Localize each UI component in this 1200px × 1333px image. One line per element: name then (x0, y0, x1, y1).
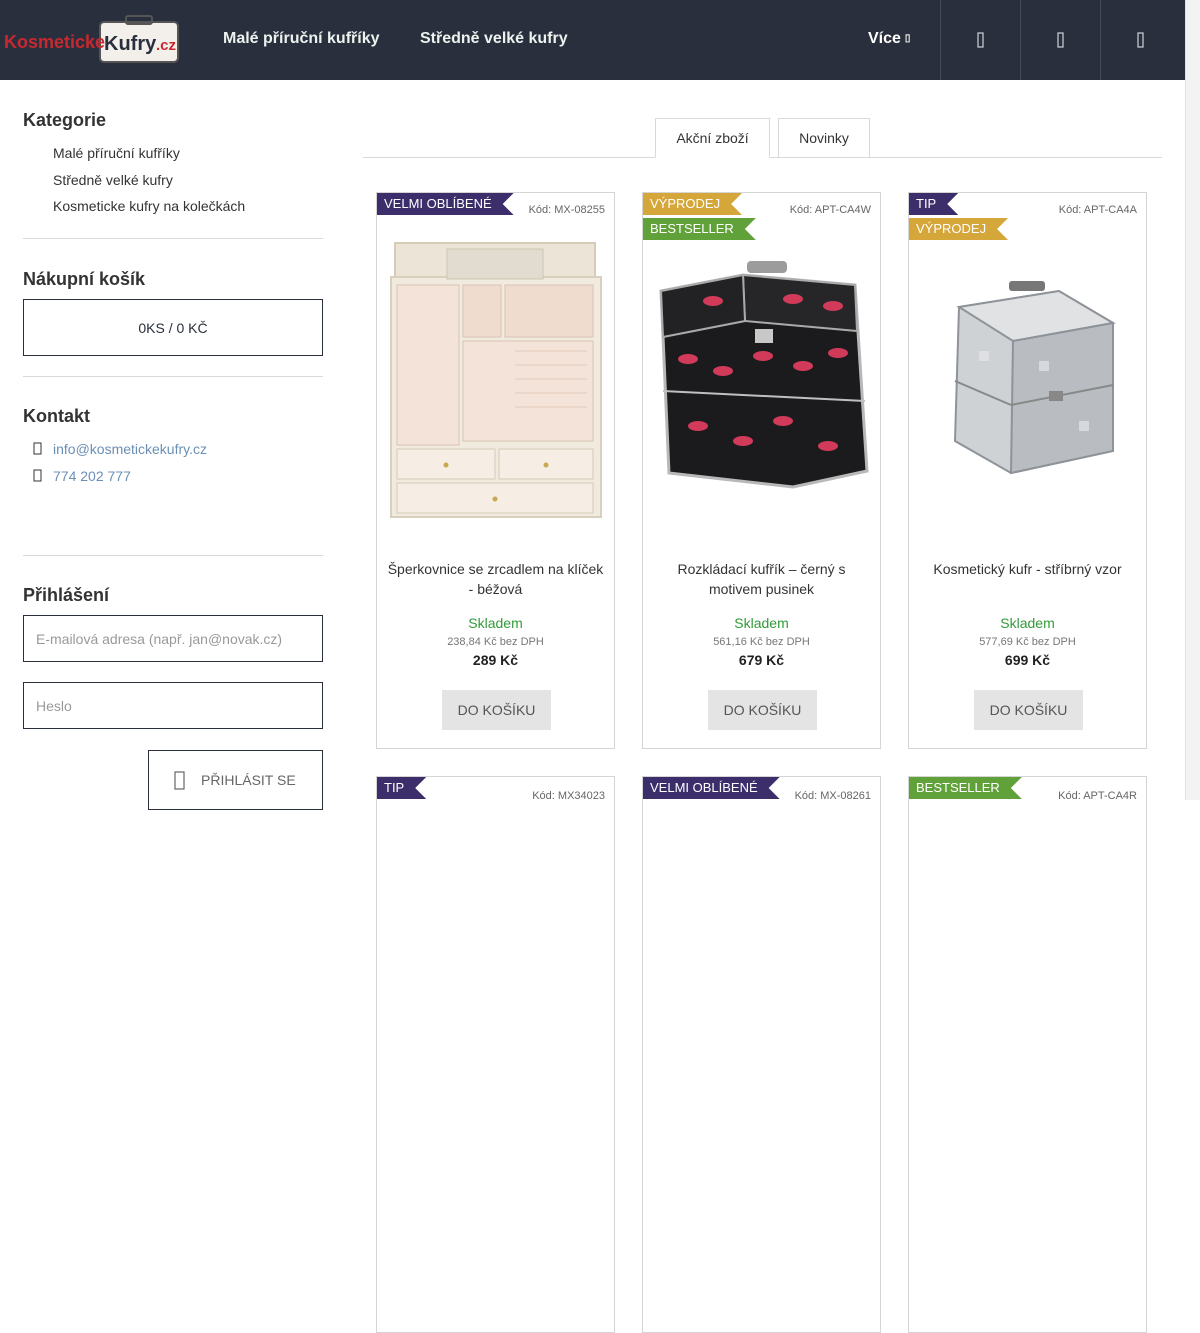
product-code: Kód: MX34023 (532, 790, 605, 802)
nav-link-small-cases[interactable]: Malé příruční kufříky (223, 30, 380, 48)
category-link-small-cases[interactable]: Malé příruční kufříky (53, 145, 180, 161)
product-price: 699 Kč (1004, 652, 1051, 668)
category-link-wheeled-cases[interactable]: Kosmeticke kufry na kolečkách (53, 198, 245, 214)
product-price: 289 Kč (472, 652, 519, 668)
top-navigation-bar: Kosmeticke Kufry .cz Malé příruční kufří… (0, 0, 1185, 80)
add-to-cart-button[interactable]: Do košíku (974, 690, 1083, 730)
nav-more-menu[interactable]: Více ▯ (868, 30, 910, 48)
product-code: Kód: APT-CA4A (1058, 204, 1137, 216)
login-icon (174, 771, 185, 790)
product-card[interactable]: VELMI OBLÍBENÉ Kód: MX-08255 Šperkovnice… (376, 192, 615, 749)
product-code: Kód: APT-CA4R (1058, 790, 1137, 802)
user-icon (1056, 32, 1064, 48)
flag-badge-tip: TIP (909, 193, 958, 215)
product-name-link[interactable]: Šperkovnice se zrcadlem na klíček - béžo… (387, 559, 604, 599)
product-card[interactable]: TIP VÝPRODEJ Kód: APT-CA4A Kosmetický ku… (908, 192, 1147, 749)
product-code: Kód: MX-08255 (528, 204, 605, 216)
svg-text:Kufry: Kufry (104, 33, 157, 55)
flag-badge-popular: VELMI OBLÍBENÉ (643, 777, 780, 799)
product-card[interactable]: VÝPRODEJ BESTSELLER Kód: APT-CA4W Rozklá… (642, 192, 881, 749)
cart-summary[interactable]: 0KS / 0 KČ (23, 299, 323, 356)
flag-badge-bestseller: BESTSELLER (643, 218, 756, 240)
search-icon (976, 32, 984, 48)
nav-more-label: Více (868, 30, 901, 47)
contact-email-link[interactable]: info@kosmetickekufry.cz (53, 441, 207, 457)
svg-text:Kosmeticke: Kosmeticke (4, 32, 105, 52)
site-logo[interactable]: Kosmeticke Kufry .cz (4, 14, 204, 66)
cart-button[interactable] (1100, 0, 1180, 80)
product-code: Kód: MX-08261 (794, 790, 871, 802)
product-card[interactable]: TIP Kód: MX34023 (376, 776, 615, 1333)
tab-sale-items[interactable]: Akční zboží (655, 118, 770, 158)
add-to-cart-button[interactable]: Do košíku (442, 690, 551, 730)
login-button-label: Přihlásit se (201, 772, 296, 788)
user-account-button[interactable] (1020, 0, 1100, 80)
product-card[interactable]: VELMI OBLÍBENÉ Kód: MX-08261 (642, 776, 881, 1333)
cart-icon (1136, 32, 1144, 48)
product-code: Kód: APT-CA4W (789, 204, 871, 216)
product-image-silver-case[interactable] (909, 241, 1146, 531)
login-button[interactable]: Přihlásit se (148, 750, 323, 810)
stock-status: Skladem (1000, 615, 1055, 631)
phone-icon (33, 469, 42, 482)
login-email-input[interactable] (23, 615, 323, 662)
login-password-input[interactable] (23, 682, 323, 729)
sidebar-divider (23, 555, 323, 556)
flag-badge-bestseller: BESTSELLER (909, 777, 1022, 799)
price-without-vat: 238,84 Kč bez DPH (447, 636, 544, 648)
envelope-icon (33, 442, 42, 455)
nav-link-medium-cases[interactable]: Středně velké kufry (420, 30, 568, 48)
product-image-jewelry-box[interactable] (377, 241, 614, 531)
contact-phone-link[interactable]: 774 202 777 (53, 468, 131, 484)
stock-status: Skladem (734, 615, 789, 631)
product-name-link[interactable]: Rozkládací kufřík – černý s motivem pusi… (653, 559, 870, 599)
tab-new-items[interactable]: Novinky (778, 118, 870, 158)
price-without-vat: 577,69 Kč bez DPH (979, 636, 1076, 648)
category-link-medium-cases[interactable]: Středně velké kufry (53, 172, 173, 188)
search-button[interactable] (940, 0, 1020, 80)
contact-title: Kontakt (23, 406, 90, 426)
add-to-cart-button[interactable]: Do košíku (708, 690, 817, 730)
categories-title: Kategorie (23, 110, 107, 130)
page-scrollbar[interactable] (1185, 0, 1200, 800)
stock-status: Skladem (468, 615, 523, 631)
flag-badge-sale: VÝPRODEJ (909, 218, 1008, 240)
svg-text:.cz: .cz (156, 37, 176, 54)
price-without-vat: 561,16 Kč bez DPH (713, 636, 810, 648)
product-card[interactable]: BESTSELLER Kód: APT-CA4R (908, 776, 1147, 1333)
product-name-link[interactable]: Kosmetický kufr - stříbrný vzor (919, 559, 1136, 579)
login-title: Přihlášení (23, 585, 110, 605)
flag-badge-sale: VÝPRODEJ (643, 193, 742, 215)
product-image-kiss-case[interactable] (643, 241, 880, 531)
sidebar-divider (23, 238, 323, 239)
flag-badge-tip: TIP (377, 777, 426, 799)
flag-badge-popular: VELMI OBLÍBENÉ (377, 193, 514, 215)
cart-title: Nákupní košík (23, 269, 146, 289)
chevron-down-icon: ▯ (904, 33, 911, 44)
product-price: 679 Kč (738, 652, 785, 668)
sidebar-divider (23, 376, 323, 377)
